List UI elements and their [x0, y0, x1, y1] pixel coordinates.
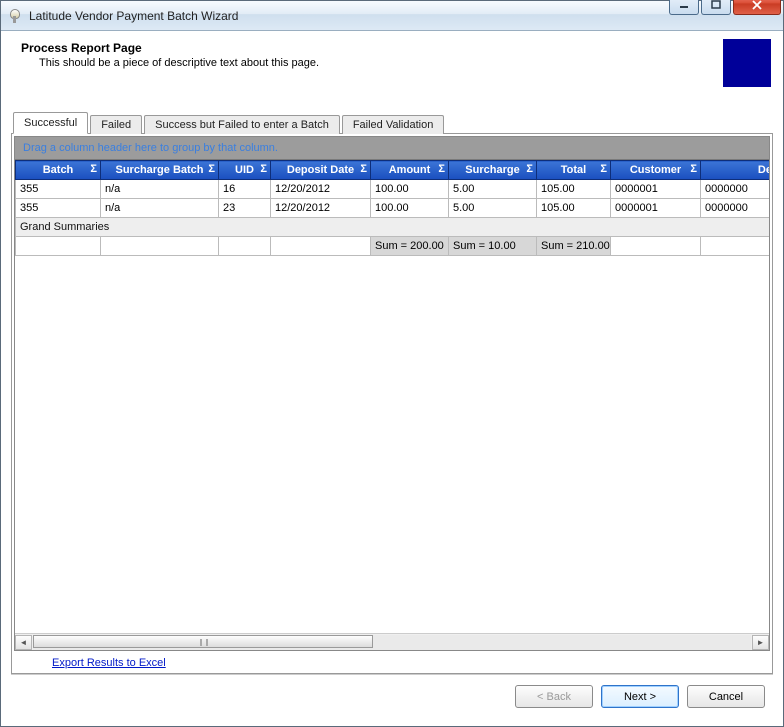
back-button[interactable]: < Back — [515, 685, 593, 708]
tab-successful[interactable]: Successful — [13, 112, 88, 134]
sigma-icon: Σ — [600, 163, 607, 175]
maximize-button[interactable] — [701, 0, 731, 15]
scroll-track[interactable] — [33, 635, 751, 650]
app-icon — [7, 8, 23, 24]
results-table: BatchΣ Surcharge BatchΣ UIDΣ Deposit Dat… — [15, 160, 769, 256]
table-row[interactable]: 355 n/a 23 12/20/2012 100.00 5.00 105.00… — [16, 199, 770, 218]
page-header: Process Report Page This should be a pie… — [11, 39, 773, 87]
sigma-icon: Σ — [526, 163, 533, 175]
scroll-left-button[interactable]: ◄ — [15, 635, 32, 650]
col-amount[interactable]: AmountΣ — [371, 161, 449, 180]
scroll-right-button[interactable]: ► — [752, 635, 769, 650]
maximize-icon — [710, 0, 722, 10]
client-area: Process Report Page This should be a pie… — [1, 31, 783, 726]
sigma-icon: Σ — [360, 163, 367, 175]
tab-success-failed-batch[interactable]: Success but Failed to enter a Batch — [144, 115, 340, 134]
sigma-icon: Σ — [690, 163, 697, 175]
grid-scroll-inner[interactable]: BatchΣ Surcharge BatchΣ UIDΣ Deposit Dat… — [15, 160, 769, 633]
app-window: Latitude Vendor Payment Batch Wizard Pro… — [0, 0, 784, 727]
wizard-footer: < Back Next > Cancel — [11, 674, 773, 716]
groupby-bar[interactable]: Drag a column header here to group by th… — [15, 137, 769, 160]
grid-panel: Drag a column header here to group by th… — [11, 134, 773, 674]
grid-outer: Drag a column header here to group by th… — [14, 136, 770, 651]
summary-values-row: Sum = 200.00 Sum = 10.00 Sum = 210.00 — [16, 237, 770, 256]
grid-scroll: BatchΣ Surcharge BatchΣ UIDΣ Deposit Dat… — [15, 160, 769, 650]
scroll-thumb[interactable] — [33, 635, 373, 648]
minimize-icon — [678, 0, 690, 10]
next-button[interactable]: Next > — [601, 685, 679, 708]
summary-total: Sum = 210.00 — [537, 237, 611, 256]
tab-failed[interactable]: Failed — [90, 115, 142, 134]
col-deposit-date[interactable]: Deposit DateΣ — [271, 161, 371, 180]
cancel-button[interactable]: Cancel — [687, 685, 765, 708]
col-surcharge-batch[interactable]: Surcharge BatchΣ — [101, 161, 219, 180]
titlebar: Latitude Vendor Payment Batch Wizard — [1, 1, 783, 31]
summary-surcharge: Sum = 10.00 — [449, 237, 537, 256]
window-buttons — [669, 0, 781, 15]
col-customer[interactable]: CustomerΣ — [611, 161, 701, 180]
window-title: Latitude Vendor Payment Batch Wizard — [29, 9, 238, 23]
sigma-icon: Σ — [438, 163, 445, 175]
wizard-logo — [723, 39, 771, 87]
minimize-button[interactable] — [669, 0, 699, 15]
close-icon — [751, 0, 763, 10]
table-row[interactable]: 355 n/a 16 12/20/2012 100.00 5.00 105.00… — [16, 180, 770, 199]
col-desc[interactable]: Des — [701, 161, 770, 180]
sigma-icon: Σ — [208, 163, 215, 175]
tabstrip: Successful Failed Success but Failed to … — [11, 111, 773, 134]
export-results-link[interactable]: Export Results to Excel — [52, 657, 166, 669]
sigma-icon: Σ — [90, 163, 97, 175]
page-subtitle: This should be a piece of descriptive te… — [39, 57, 723, 69]
table-header-row: BatchΣ Surcharge BatchΣ UIDΣ Deposit Dat… — [16, 161, 770, 180]
summary-amount: Sum = 200.00 — [371, 237, 449, 256]
col-batch[interactable]: BatchΣ — [16, 161, 101, 180]
close-button[interactable] — [733, 0, 781, 15]
sigma-icon: Σ — [260, 163, 267, 175]
export-row: Export Results to Excel — [14, 651, 770, 671]
col-uid[interactable]: UIDΣ — [219, 161, 271, 180]
summary-label-row: Grand Summaries — [16, 218, 770, 237]
horizontal-scrollbar[interactable]: ◄ ► — [15, 633, 769, 650]
col-surcharge[interactable]: SurchargeΣ — [449, 161, 537, 180]
tab-failed-validation[interactable]: Failed Validation — [342, 115, 445, 134]
col-total[interactable]: TotalΣ — [537, 161, 611, 180]
page-title: Process Report Page — [21, 41, 723, 55]
